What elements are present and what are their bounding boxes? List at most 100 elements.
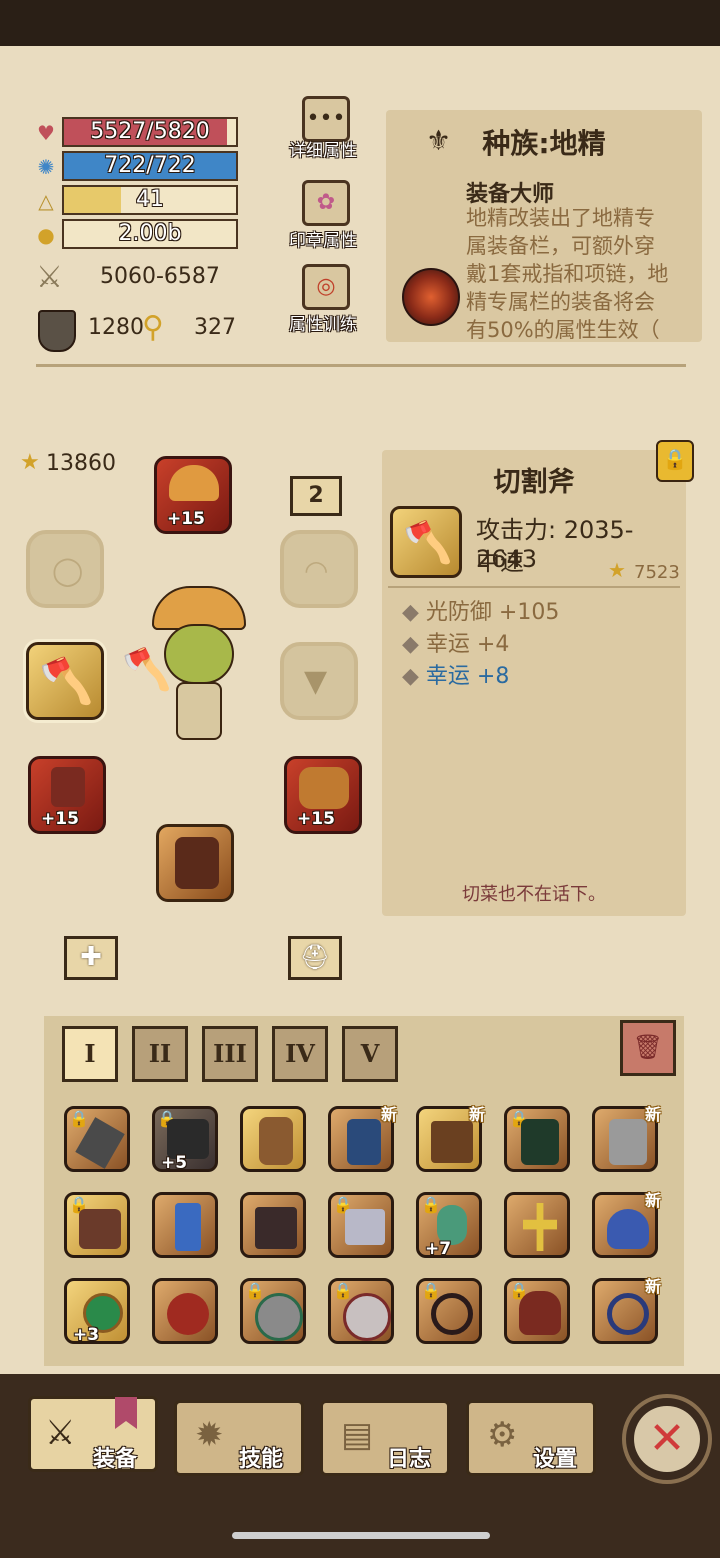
tab-1[interactable]: I [62, 1026, 118, 1082]
boot-icon [51, 767, 85, 807]
tab-3[interactable]: III [202, 1026, 258, 1082]
character-body [176, 682, 222, 740]
inventory-slot[interactable]: 新 [592, 1277, 661, 1344]
tab-2[interactable]: II [132, 1026, 188, 1082]
gear-icon: ⚙ [487, 1415, 518, 1455]
detail-attributes-label: 详细属性 [289, 141, 357, 161]
inventory-slot[interactable] [504, 1192, 570, 1258]
weapon-slot[interactable]: 🪓 [26, 642, 104, 720]
new-badge: 新 [644, 1105, 661, 1124]
character-rating: 13860 [46, 451, 116, 476]
inventory-slot[interactable]: 🔒 [328, 1278, 394, 1344]
dots-icon: ••• [306, 106, 346, 131]
inventory-slot[interactable]: 新 [592, 1191, 661, 1258]
armor-outline-icon: ▼ [304, 664, 328, 699]
inventory-slot[interactable]: 新 [328, 1105, 397, 1172]
bookmark-icon [115, 1397, 137, 1429]
tab-5[interactable]: V [342, 1026, 398, 1082]
home-indicator[interactable] [232, 1532, 490, 1539]
armor-slot-empty[interactable]: ▼ [280, 642, 358, 720]
hp-value: 5527/5820 [90, 119, 210, 144]
inventory-slot[interactable]: 🔒 [64, 1192, 130, 1258]
add-plus-button[interactable]: ✚ [64, 936, 118, 980]
plus-icon: ✚ [80, 942, 102, 972]
item-speed: 中速 [476, 548, 524, 576]
flower-icon: ✿ [316, 190, 336, 215]
nav-skills-button[interactable]: ✹ 技能 [174, 1400, 304, 1476]
heart-icon: ♥ [37, 121, 55, 145]
mp-value: 722/722 [104, 153, 196, 178]
item-name: 切割斧 [493, 467, 575, 498]
inventory-slot[interactable] [240, 1106, 306, 1172]
dark-ring-icon [431, 1293, 473, 1335]
left-boot-slot[interactable]: +15 [28, 756, 106, 834]
race-description[interactable]: 地精改装出了地精专属装备栏，可额外穿戴1套戒指和项链，地精专属栏的装备将会有50… [466, 204, 670, 342]
item-detail-panel: 切割斧 🔒 🪓 攻击力: 2035-2643 中速 ★ 7523 ◆ 光防御 +… [382, 440, 694, 916]
green-armor-icon [521, 1119, 559, 1165]
brown-pants-icon [431, 1121, 473, 1163]
left-boot-plus: +15 [41, 809, 79, 829]
attribute-text: 幸运 +4 [425, 632, 510, 657]
helmet-slot[interactable]: +15 [154, 456, 232, 534]
spiked-shield-icon [255, 1207, 297, 1249]
inventory-slot[interactable]: 🔒 [328, 1192, 394, 1258]
inventory-slot[interactable] [152, 1278, 218, 1344]
lock-icon[interactable]: 🔒 [656, 440, 694, 482]
defense-value: 1280 [88, 315, 144, 340]
hp-bar: 5527/5820 [62, 117, 238, 147]
skill-burst-icon: ✹ [195, 1415, 224, 1455]
inventory-slot[interactable]: 新 [592, 1105, 661, 1172]
item-attribute-row: ◆ 幸运 +8 [402, 664, 510, 689]
new-badge: 新 [644, 1277, 661, 1296]
close-button[interactable]: ✕ [622, 1394, 712, 1484]
blue-ring-icon [607, 1293, 649, 1335]
nav-equipment-button[interactable]: ⚔ 装备 [28, 1396, 158, 1472]
mp-row: ✺ 722/722 [34, 151, 240, 181]
inventory-slot[interactable] [152, 1192, 218, 1258]
nav-skills-label: 技能 [239, 1447, 284, 1472]
tab-4[interactable]: IV [272, 1026, 328, 1082]
goblin-helmet-button[interactable]: ⛑ [288, 936, 342, 980]
nav-log-button[interactable]: ▤ 日志 [320, 1400, 450, 1476]
nav-equipment-label: 装备 [93, 1447, 138, 1472]
item-attribute-row: ◆ 幸运 +4 [402, 632, 510, 657]
attack-value: 5060-6587 [100, 264, 220, 289]
inventory-slot[interactable]: 🔒 +7 [416, 1192, 482, 1259]
right-boot-slot[interactable]: +15 [284, 756, 362, 834]
attribute-text: 光防御 +105 [425, 600, 560, 625]
inventory-slot[interactable]: 🔒 [416, 1278, 482, 1344]
seal-attributes-button[interactable]: ✿ [302, 180, 350, 226]
seal-attributes-label: 印章属性 [289, 231, 357, 251]
inventory-slot[interactable]: 新 [416, 1105, 485, 1172]
level-value: 41 [136, 187, 164, 212]
item-plus-badge: +5 [161, 1153, 188, 1173]
blue-legs-icon [347, 1119, 381, 1165]
inventory-slot[interactable]: +3 [64, 1278, 130, 1345]
gold-value: 2.00b [118, 221, 182, 246]
inventory-slot[interactable]: 🔒 [504, 1278, 570, 1344]
necklace-slot-empty[interactable]: ◠ [280, 530, 358, 608]
blue-gem-amulet-icon [175, 1203, 201, 1251]
winged-crown-icon [345, 1209, 385, 1245]
inventory-slot[interactable]: 🔒 [240, 1278, 306, 1344]
luck-icon: ⚲ [142, 310, 164, 345]
gold-boot-icon [299, 767, 349, 809]
inventory-slot[interactable] [240, 1192, 306, 1258]
inventory-slot[interactable]: 🔒 [504, 1106, 570, 1172]
inventory-slot[interactable]: 🔒 +5 [152, 1106, 218, 1173]
trash-button[interactable]: 🗑 [620, 1020, 676, 1076]
horned-helmet-icon: ⛑ [299, 943, 331, 971]
nav-settings-button[interactable]: ⚙ 设置 [466, 1400, 596, 1476]
lock-icon: 🔒 [245, 1281, 265, 1300]
character-head [164, 624, 234, 684]
inventory-slot[interactable]: 🔒 [64, 1106, 130, 1172]
slot-page-indicator[interactable]: 2 [290, 476, 342, 516]
new-badge: 新 [380, 1105, 397, 1124]
boots-icon [79, 1209, 121, 1249]
level-bar: 41 [62, 185, 238, 215]
gold-coins-icon: ● [37, 223, 55, 247]
belt-slot[interactable] [156, 824, 234, 902]
item-rating: 7523 [634, 562, 680, 583]
ring-slot-empty[interactable]: ◯ [26, 530, 104, 608]
attribute-training-button[interactable]: ◎ [302, 264, 350, 310]
